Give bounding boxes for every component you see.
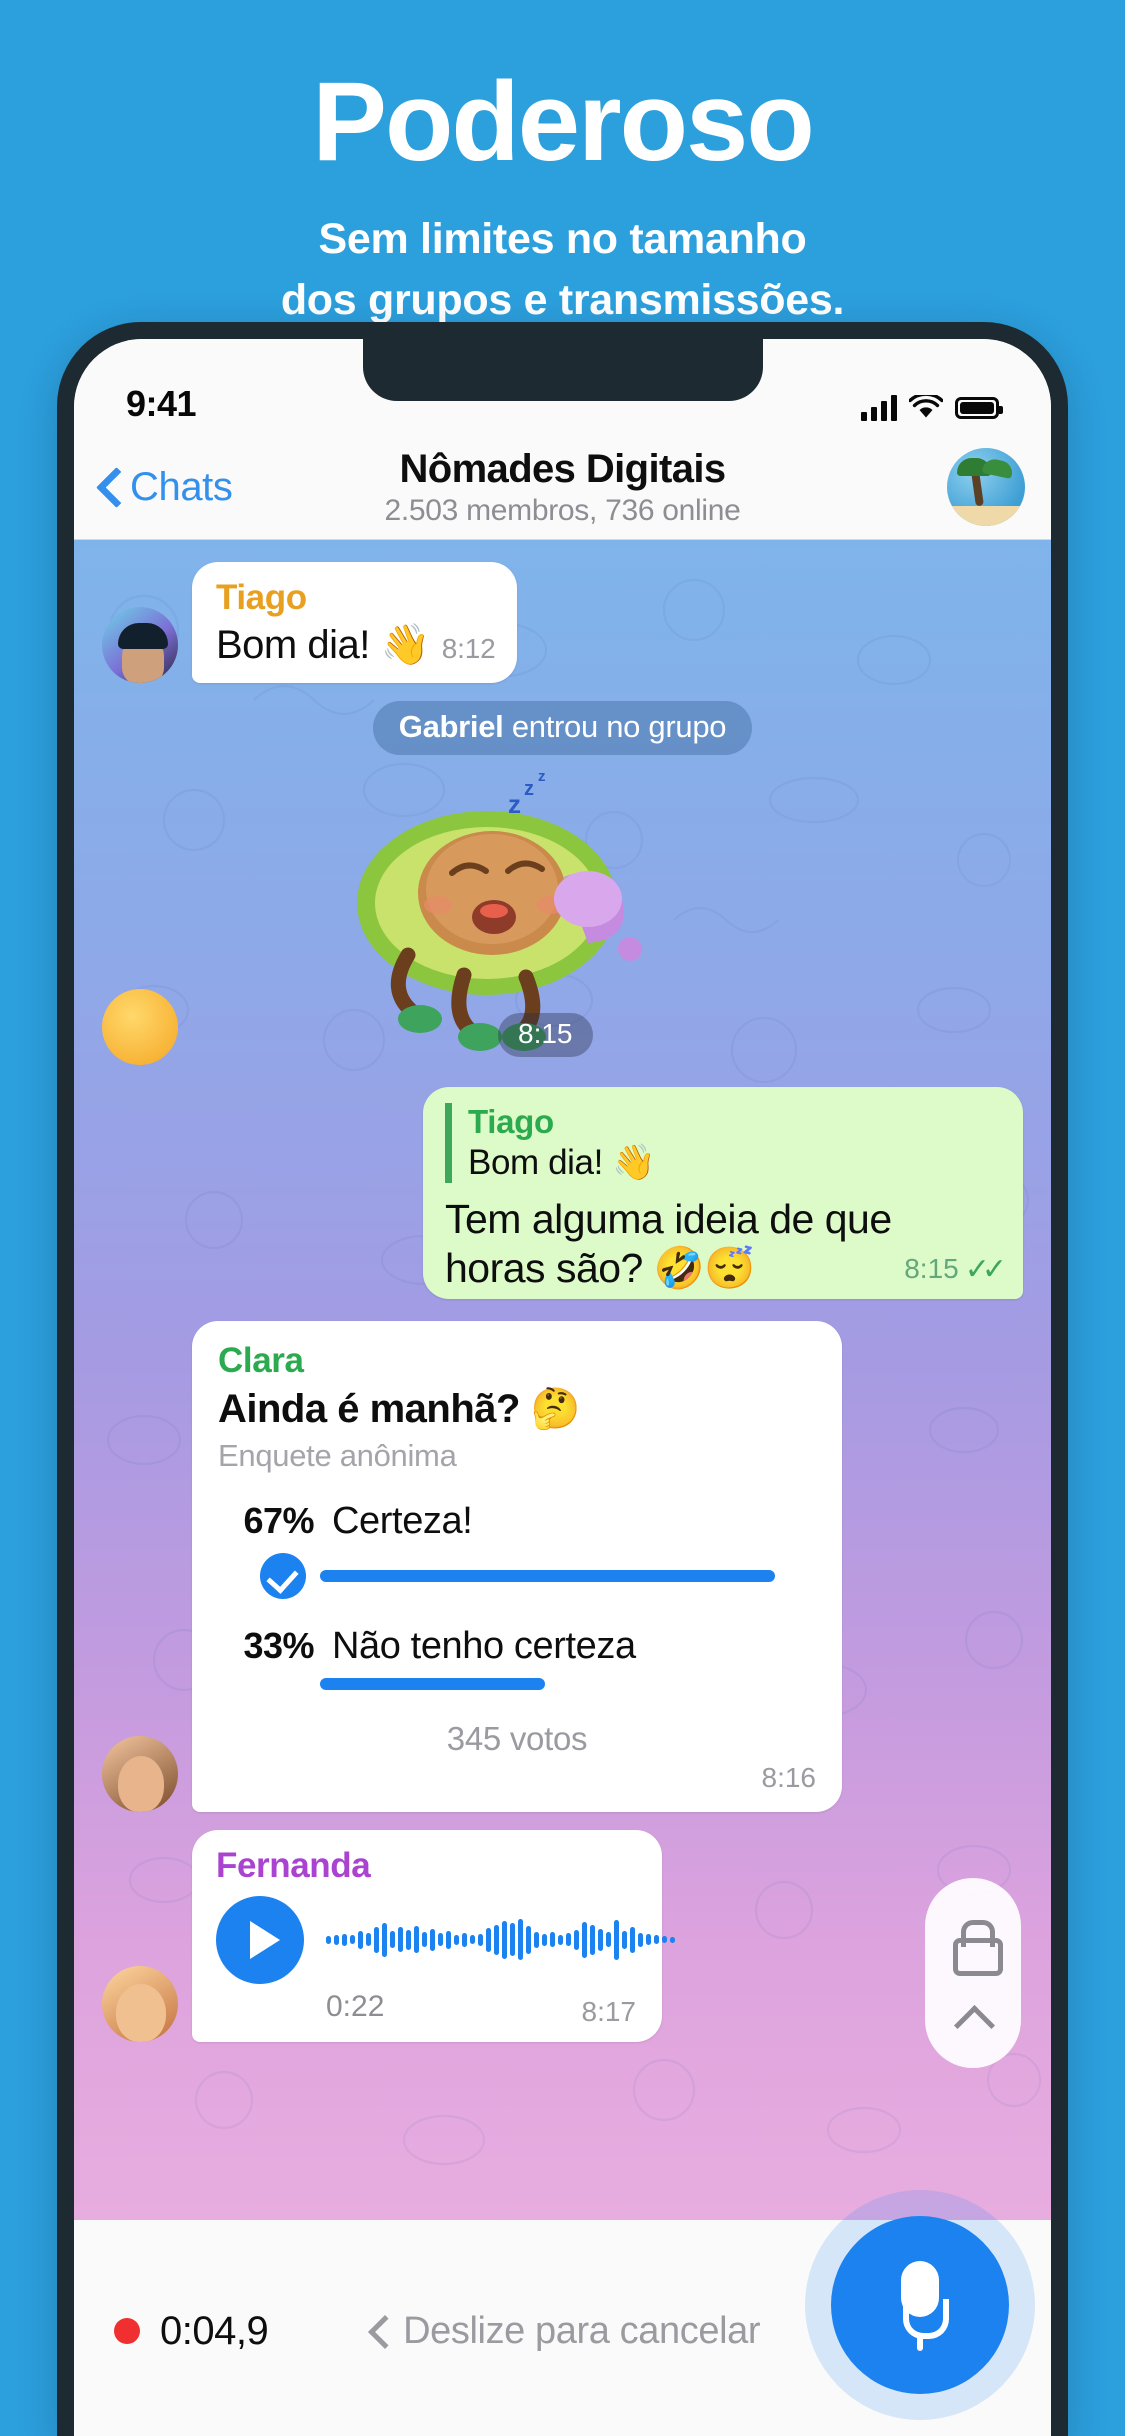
double-check-icon: ✓✓	[964, 1252, 1007, 1286]
message-row-incoming[interactable]: Tiago Bom dia! 👋 8:12	[102, 562, 1023, 684]
messages-container: Tiago Bom dia! 👋 8:12 Gabriel entrou no …	[74, 540, 1051, 2042]
message-time: 8:12	[441, 633, 496, 664]
system-message-text: entrou no grupo	[503, 709, 727, 745]
promo-subtitle: Sem limites no tamanho dos grupos e tran…	[0, 209, 1125, 331]
message-time: 8:17	[581, 1995, 637, 2027]
promo-subtitle-line1: Sem limites no tamanho	[318, 214, 807, 263]
poll-option-label: Certeza!	[332, 1499, 473, 1542]
cellular-bars-icon	[861, 395, 897, 421]
avatar[interactable]	[102, 989, 178, 1066]
poll-card[interactable]: Clara Ainda é manhã? 🤔 Enquete anônima 6…	[192, 1320, 842, 1812]
poll-sender: Clara	[218, 1340, 304, 1380]
recording-dot-icon	[114, 2318, 140, 2344]
recording-bar: 0:04,9 Deslize para cancelar	[74, 2216, 1051, 2436]
lock-icon	[953, 1919, 1003, 1976]
chat-header: Chats Nômades Digitais 2.503 membros, 73…	[74, 435, 1051, 540]
status-bar-time: 9:41	[126, 383, 197, 424]
page-title: Poderoso	[312, 59, 815, 184]
slide-to-cancel[interactable]: Deslize para cancelar	[369, 2310, 910, 2353]
reply-quote-sender: Tiago	[468, 1103, 554, 1141]
chevron-up-icon	[955, 2005, 991, 2027]
message-sender: Tiago	[216, 578, 307, 617]
chevron-left-icon	[98, 468, 120, 506]
system-message-name: Gabriel	[398, 709, 504, 745]
message-bubble[interactable]: Tiago Bom dia! 👋 8:12	[192, 562, 518, 684]
microphone-icon	[901, 2261, 949, 2351]
message-row-outgoing[interactable]: Tiago Bom dia! 👋 Tem alguma ideia de que…	[102, 1087, 1023, 1299]
svg-text:z: z	[538, 768, 546, 785]
voice-sender: Fernanda	[216, 1845, 371, 1885]
phone-screen: 9:41 Chats Nômades Digitais 2.503 membro…	[74, 339, 1051, 2436]
message-bubble-outgoing[interactable]: Tiago Bom dia! 👋 Tem alguma ideia de que…	[423, 1087, 1023, 1299]
group-avatar-palm-icon[interactable]	[947, 448, 1025, 526]
sticker-row[interactable]: z z z 8:15	[102, 765, 1023, 1066]
message-time: 8:15	[904, 1253, 959, 1285]
svg-text:z: z	[524, 778, 534, 800]
promo-header: Poderoso Sem limites no tamanho dos grup…	[0, 0, 1125, 331]
poll-option[interactable]: 67% Certeza!	[218, 1500, 816, 1599]
play-icon[interactable]	[216, 1895, 304, 1984]
avatar[interactable]	[102, 1735, 178, 1812]
poll-type-label: Enquete anônima	[218, 1437, 457, 1473]
poll-message-row[interactable]: Clara Ainda é manhã? 🤔 Enquete anônima 6…	[102, 1320, 1023, 1812]
wifi-icon	[909, 395, 943, 418]
voice-message-row[interactable]: Fernanda 0:22 8:17	[102, 1829, 1023, 2042]
chevron-left-icon	[369, 2315, 389, 2347]
reply-quote-text: Bom dia! 👋	[468, 1143, 656, 1183]
reply-quote[interactable]: Tiago Bom dia! 👋	[445, 1103, 999, 1184]
poll-option-bar	[320, 1569, 775, 1582]
message-time: 8:15	[498, 1013, 593, 1058]
poll-option-percent: 33%	[243, 1624, 314, 1666]
poll-option-label: Não tenho certeza	[332, 1624, 636, 1667]
status-bar: 9:41	[74, 339, 1051, 435]
voice-message-card[interactable]: Fernanda 0:22 8:17	[192, 1829, 675, 2042]
microphone-button[interactable]	[831, 2216, 1009, 2394]
system-message: Gabriel entrou no grupo	[372, 701, 753, 756]
message-time: 8:16	[761, 1761, 817, 1793]
poll-option-bar	[320, 1677, 545, 1690]
recording-time: 0:04,9	[160, 2308, 269, 2353]
poll-selected-check-icon	[260, 1552, 306, 1599]
sleeping-avocado-sticker[interactable]: z z z	[312, 753, 712, 1053]
back-button[interactable]: Chats	[98, 465, 233, 510]
status-bar-indicators	[861, 395, 1003, 425]
poll-vote-count: 345 votos	[446, 1719, 588, 1757]
avatar[interactable]	[102, 607, 178, 684]
phone-mockup: 9:41 Chats Nômades Digitais 2.503 membro…	[57, 322, 1068, 2436]
poll-option-percent: 67%	[243, 1499, 314, 1541]
poll-question: Ainda é manhã? 🤔	[218, 1386, 580, 1431]
back-button-label: Chats	[130, 464, 233, 509]
poll-option[interactable]: 33% Não tenho certeza	[218, 1625, 816, 1690]
chat-message-list[interactable]: Tiago Bom dia! 👋 8:12 Gabriel entrou no …	[74, 540, 1051, 2220]
record-lock-control[interactable]	[925, 1878, 1021, 2068]
slide-to-cancel-label: Deslize para cancelar	[403, 2309, 761, 2352]
message-text: Bom dia! 👋	[216, 623, 430, 667]
avatar[interactable]	[102, 1965, 178, 2042]
audio-waveform-icon[interactable]	[326, 1914, 675, 1966]
svg-text:z: z	[508, 789, 521, 819]
notch	[362, 339, 763, 401]
battery-full-icon	[955, 397, 1003, 419]
